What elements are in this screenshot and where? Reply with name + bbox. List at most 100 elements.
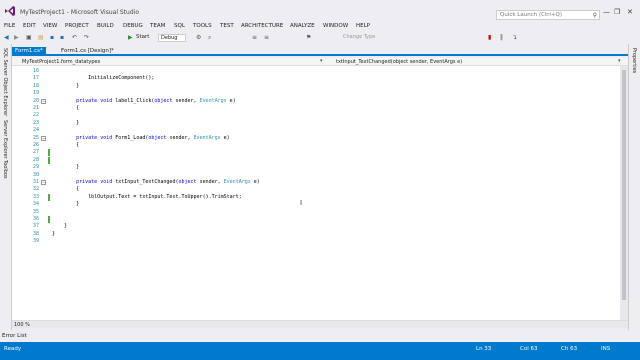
open-file-icon[interactable]: ▤ (38, 34, 44, 41)
menu-help[interactable]: HELP (356, 23, 370, 29)
code-line[interactable]: { (52, 105, 79, 111)
line-number: 24 (32, 127, 39, 134)
configuration-value: Debug (161, 35, 178, 41)
menu-edit[interactable]: EDIT (23, 23, 36, 29)
navigation-bar: MyTestProject1.form_datatypes ▾ txtInput… (12, 58, 628, 66)
zoom-level[interactable]: 100 % (14, 322, 30, 328)
status-text: Ready (4, 346, 22, 352)
close-button[interactable]: ✕ (627, 8, 633, 16)
menu-build[interactable]: BUILD (97, 23, 114, 29)
line-number: 28 (32, 156, 39, 163)
scrollbar-thumb[interactable] (622, 70, 626, 300)
right-tool-strip: Properties (628, 44, 640, 334)
new-project-icon[interactable]: ▣ (26, 34, 32, 41)
line-number: 36 (32, 216, 39, 222)
line-number: 25 (32, 134, 39, 141)
line-number: 22 (32, 112, 39, 119)
chevron-down-icon[interactable]: ▾ (618, 58, 621, 64)
menu-tools[interactable]: TOOLS (193, 23, 212, 29)
configuration-select[interactable]: Debug (158, 34, 186, 42)
start-button[interactable]: Start (136, 34, 149, 40)
menu-sql[interactable]: SQL (174, 23, 185, 29)
code-line[interactable]: private void Form1_Load(object sender, E… (52, 135, 230, 141)
code-line[interactable]: { (52, 186, 79, 192)
pause-icon[interactable]: ‖ (500, 34, 503, 41)
status-bar: Ready Ln 33 Col 63 Ch 63 INS (0, 342, 640, 360)
code-line[interactable]: lblOutput.Text = txtInput.Text.ToUpper()… (52, 194, 242, 200)
quick-launch-placeholder: Quick Launch (Ctrl+Q) (500, 12, 562, 18)
code-line[interactable]: InitializeComponent(); (52, 75, 154, 81)
stop-icon[interactable]: ▮ (488, 34, 491, 41)
menu-analyze[interactable]: ANALYZE (290, 23, 315, 29)
tab-form1-design[interactable]: Form1.cs [Design]* (58, 47, 117, 56)
insert-mode-indicator: INS (601, 346, 611, 352)
code-line[interactable]: } (52, 201, 79, 207)
line-number: 32 (32, 186, 39, 193)
undo-icon[interactable]: ↶ (72, 34, 77, 41)
line-number: 23 (32, 119, 39, 126)
back-icon[interactable]: ◀ (4, 34, 9, 41)
line-indicator: Ln 33 (476, 346, 492, 352)
server-explorer-tab[interactable]: Server Explorer (2, 120, 8, 159)
save-all-icon[interactable]: ▪ (60, 34, 64, 41)
step-over-icon[interactable]: ↴ (512, 34, 517, 41)
comment-icon[interactable]: ≡ (252, 34, 257, 41)
uncomment-icon[interactable]: ≡ (264, 34, 269, 41)
code-line[interactable]: private void txtInput_TextChanged(object… (52, 179, 260, 185)
attach-icon[interactable]: ⚙ (196, 34, 201, 41)
visual-studio-logo-icon (5, 6, 15, 16)
chevron-down-icon[interactable]: ▾ (320, 58, 323, 64)
toolbox-tab[interactable]: Toolbox (2, 160, 8, 179)
horizontal-scrollbar[interactable]: 100 % (12, 320, 628, 328)
bottom-tool-tabs: Error List (0, 330, 640, 342)
redo-icon[interactable]: ↷ (84, 34, 89, 41)
bookmark-icon[interactable]: ⚑ (306, 34, 311, 41)
change-marker (48, 193, 50, 201)
line-number: 35 (32, 208, 39, 215)
quick-launch-input[interactable]: Quick Launch (Ctrl+Q) ⚲ (496, 10, 600, 20)
forward-icon[interactable]: ▶ (14, 34, 19, 41)
class-dropdown[interactable]: MyTestProject1.form_datatypes (12, 58, 320, 66)
menu-debug[interactable]: DEBUG (123, 23, 143, 29)
properties-tab[interactable]: Properties (631, 48, 637, 73)
code-line[interactable]: } (52, 120, 79, 126)
line-number: 30 (32, 171, 39, 178)
change-marker (48, 216, 50, 223)
class-dropdown-value: MyTestProject1.form_datatypes (22, 59, 101, 65)
collapse-icon[interactable]: − (41, 180, 46, 185)
code-editor[interactable]: 16 17 InitializeComponent(); 18 } 19 20− pri… (12, 66, 620, 320)
save-icon[interactable]: ▪ (50, 34, 54, 41)
code-line[interactable]: } (52, 164, 79, 170)
menu-view[interactable]: VIEW (43, 23, 57, 29)
column-indicator: Col 63 (520, 346, 538, 352)
start-icon[interactable]: ▶ (128, 34, 133, 41)
change-marker (48, 149, 50, 157)
menu-window[interactable]: WINDOW (323, 23, 348, 29)
error-list-tab[interactable]: Error List (0, 333, 27, 339)
line-number: 39 (32, 238, 39, 245)
standard-toolbar: ◀ ▶ ▣ ▤ ▪ ▪ ↶ ↷ ▶ Start Debug ⚙ ⌕ ≡ ≡ ⚑ … (0, 32, 640, 44)
menu-architecture[interactable]: ARCHITECTURE (241, 23, 283, 29)
change-type-button[interactable]: Change Type (343, 34, 375, 40)
code-line[interactable]: } (52, 83, 79, 89)
menu-file[interactable]: FILE (4, 23, 15, 29)
sql-server-object-explorer-tab[interactable]: SQL Server Object Explorer (2, 48, 8, 116)
code-line[interactable]: private void label1_Click(object sender,… (52, 98, 236, 104)
menu-test[interactable]: TEST (220, 23, 234, 29)
code-line[interactable]: { (52, 142, 79, 148)
find-icon[interactable]: ⌕ (208, 34, 211, 42)
code-line[interactable]: } (52, 231, 55, 237)
tab-form1-cs[interactable]: Form1.cs* (12, 47, 46, 56)
change-marker (48, 156, 50, 164)
maximize-button[interactable]: ❐ (614, 8, 620, 16)
vertical-scrollbar[interactable] (620, 66, 628, 320)
menu-team[interactable]: TEAM (150, 23, 165, 29)
line-number: 19 (32, 90, 39, 97)
collapse-icon[interactable]: − (41, 98, 46, 104)
minimize-button[interactable]: — (603, 8, 610, 16)
menu-project[interactable]: PROJECT (65, 23, 89, 29)
member-dropdown[interactable]: txtInput_TextChanged(object sender, Even… (326, 58, 620, 66)
code-line[interactable]: } (52, 223, 67, 229)
collapse-icon[interactable]: − (41, 135, 46, 141)
line-number: 20 (32, 97, 39, 104)
